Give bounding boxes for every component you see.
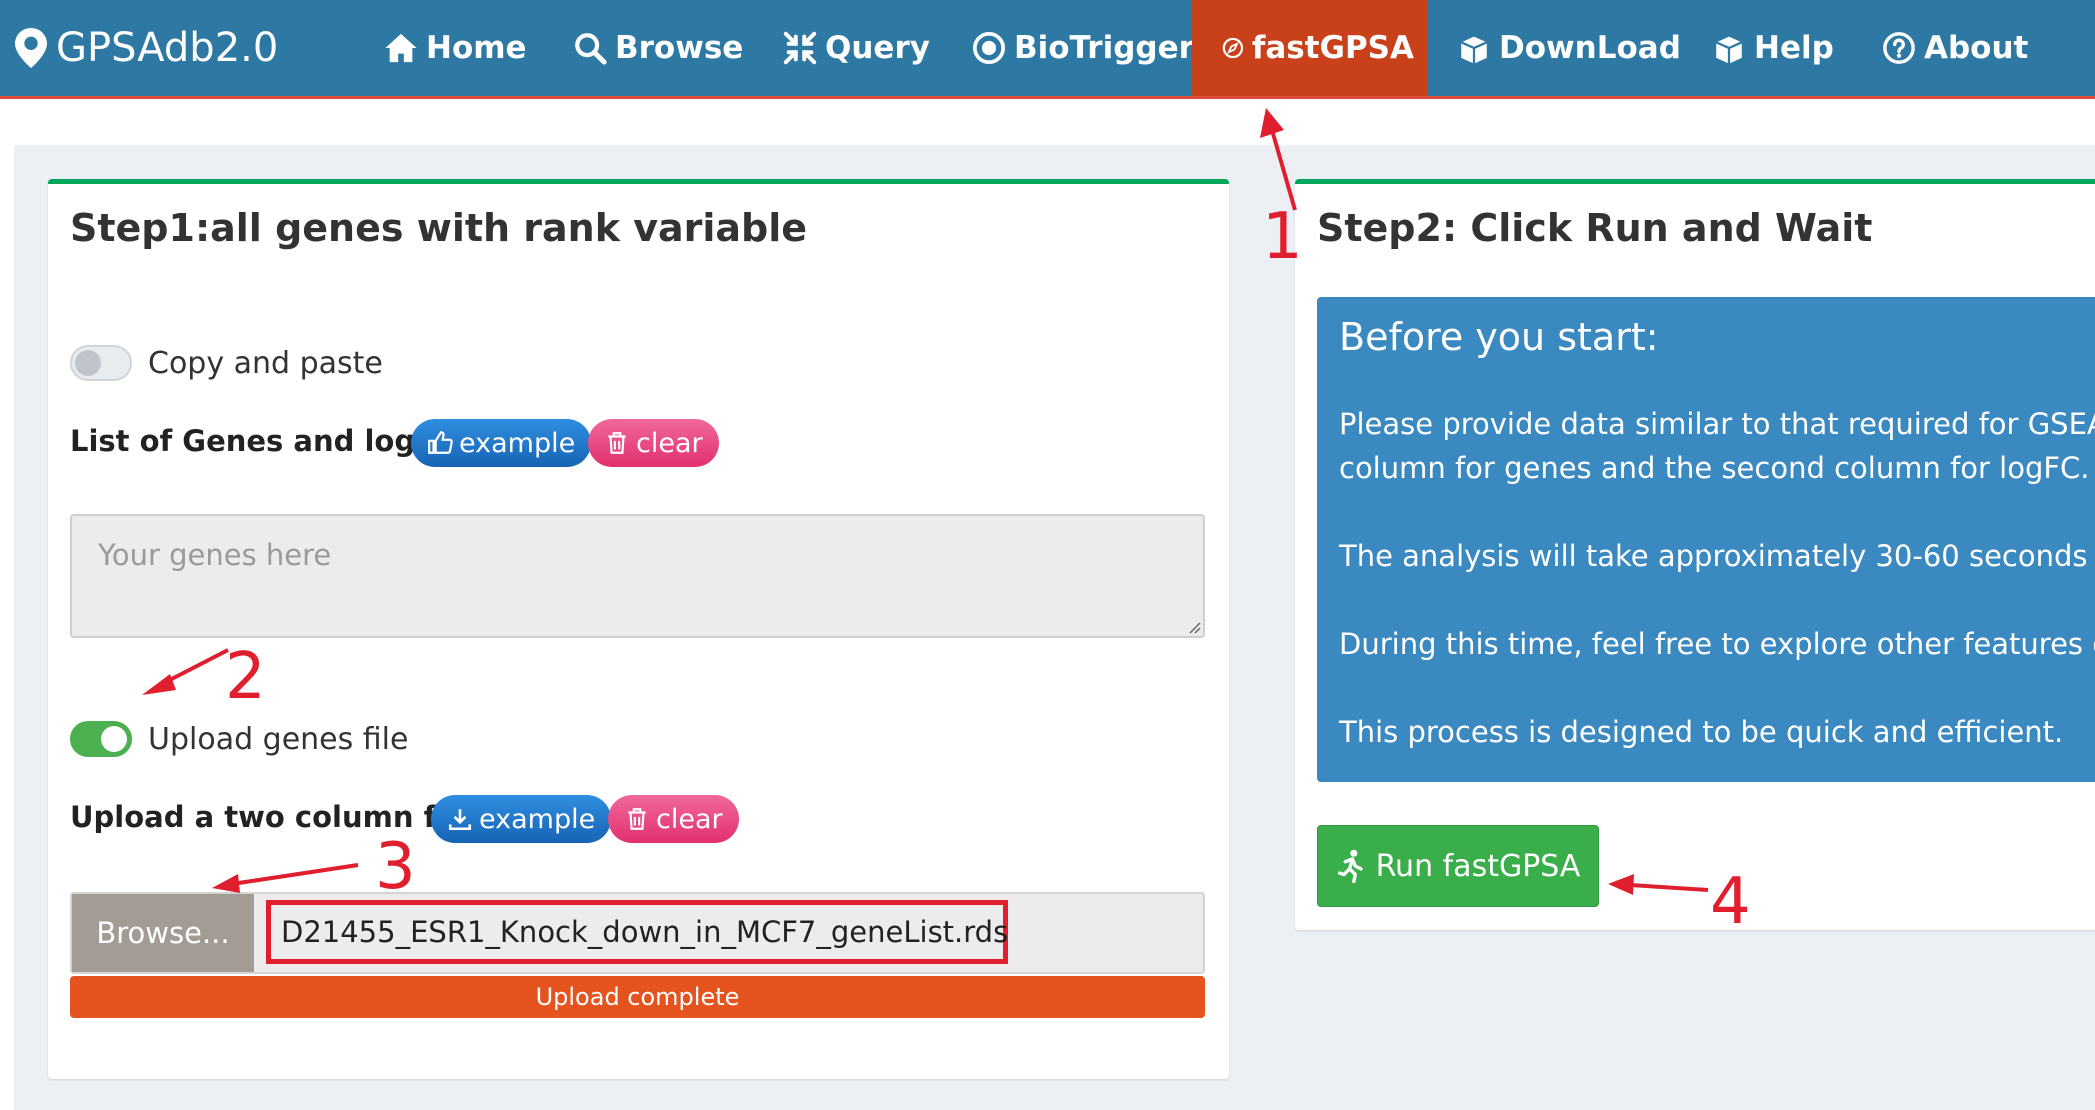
info-line: This process is designed to be quick and… [1339,715,2064,749]
file-input[interactable]: Browse... D21455_ESR1_Knock_down_in_MCF7… [70,892,1205,974]
run-fastgpsa-button[interactable]: Run fastGPSA [1317,825,1599,907]
nav-download[interactable]: DownLoad [1443,0,1695,96]
nav-about-label: About [1924,30,2029,66]
home-icon [385,33,417,63]
nav-home-label: Home [426,30,527,66]
box-icon [1460,36,1488,64]
selected-file-name: D21455_ESR1_Knock_down_in_MCF7_geneList.… [266,900,1008,964]
upload-clear-label: clear [656,803,723,835]
step2-title: Step2: Click Run and Wait [1317,206,1873,250]
toggle-knob [75,350,101,376]
nav-fastgpsa-label: fastGPSA [1251,30,1414,66]
nav-browse-label: Browse [615,30,744,66]
info-title: Before you start: [1339,315,1659,359]
nav-browse[interactable]: Browse [559,0,757,96]
info-line: Please provide data similar to that requ… [1339,407,2095,441]
textarea-placeholder: Your genes here [98,538,332,572]
nav-fastgpsa[interactable]: fastGPSA [1192,0,1428,96]
upload-example-label: example [479,803,596,835]
trash-icon [628,808,646,830]
step2-panel: Step2: Click Run and Wait Before you sta… [1295,179,2095,930]
list-example-label: example [459,427,576,459]
toggle-knob [101,726,127,752]
step1-panel: Step1:all genes with rank variable Copy … [48,179,1229,1079]
map-marker-icon [15,28,47,68]
question-circle-icon [1883,32,1915,64]
nav-query[interactable]: Query [769,0,944,96]
nav-biotrigger-label: BioTrigger [1014,30,1194,66]
upload-toggle[interactable] [70,721,132,757]
running-icon [1337,849,1363,883]
resize-grip-icon[interactable] [1185,618,1201,634]
list-clear-button[interactable]: clear [588,419,719,467]
upload-file-label: Upload a two column file: [70,800,487,834]
upload-toggle-label: Upload genes file [148,722,409,757]
nav-biotrigger[interactable]: BioTrigger [958,0,1208,96]
nav-download-label: DownLoad [1499,30,1681,66]
annotation-number: 2 [225,640,266,714]
dot-circle-icon [972,31,1006,65]
nav-help[interactable]: Help [1698,0,1848,96]
nav-query-label: Query [825,30,930,66]
nav-help-label: Help [1754,30,1834,66]
download-icon [448,809,472,831]
genes-textarea[interactable]: Your genes here [70,514,1205,638]
annotation-number: 4 [1710,865,1751,939]
thumbs-up-icon [428,431,453,454]
gene-list-label: List of Genes and logFC: [70,424,468,458]
upload-example-button[interactable]: example [431,795,612,843]
browse-button[interactable]: Browse... [72,894,254,972]
run-button-label: Run fastGPSA [1375,848,1581,884]
info-line: column for genes and the second column f… [1339,451,2090,485]
copy-paste-label: Copy and paste [148,346,383,381]
brand-name: GPSAdb2.0 [56,25,279,71]
box-icon [1715,36,1743,64]
compass-icon [1222,37,1244,59]
brand-logo[interactable]: GPSAdb2.0 [14,0,278,96]
list-clear-label: clear [636,427,703,459]
annotation-number: 3 [375,830,416,904]
search-icon [575,33,607,65]
info-line: During this time, feel free to explore o… [1339,627,2095,661]
step1-title: Step1:all genes with rank variable [70,206,808,250]
annotation-number: 1 [1262,200,1303,274]
nav-about[interactable]: About [1868,0,2042,96]
compress-icon [783,31,817,65]
info-line: The analysis will take approximately 30-… [1339,539,2095,573]
upload-progress-bar: Upload complete [70,976,1205,1018]
top-navbar: GPSAdb2.0 Home Browse Query BioTrigger f… [0,0,2095,99]
info-panel: Before you start: Please provide data si… [1317,297,2095,782]
upload-clear-button[interactable]: clear [608,795,739,843]
trash-icon [608,432,626,454]
copy-paste-toggle[interactable] [70,345,132,381]
nav-home[interactable]: Home [370,0,541,96]
list-example-button[interactable]: example [411,419,592,467]
